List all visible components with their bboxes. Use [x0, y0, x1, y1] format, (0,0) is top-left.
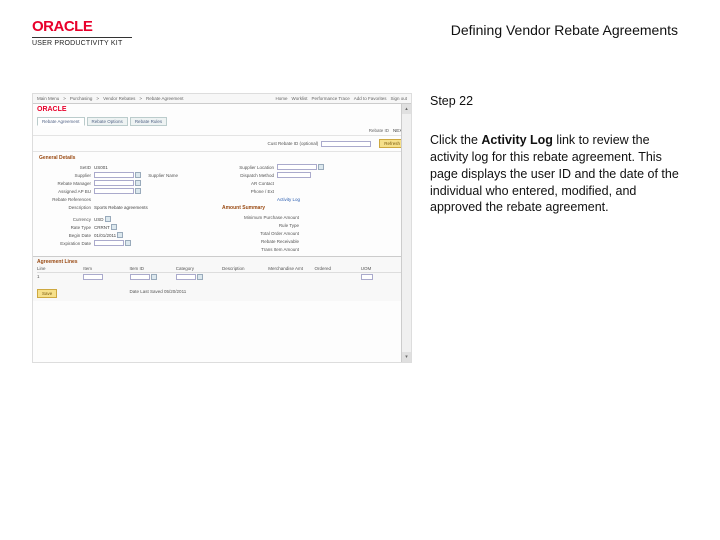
lookup-icon[interactable] [105, 216, 111, 222]
lookup-icon[interactable] [197, 274, 203, 280]
exp-input[interactable] [94, 240, 124, 246]
rebate-mgr-input[interactable] [94, 180, 134, 186]
activity-log-link[interactable]: Activity Log [277, 197, 300, 202]
lookup-icon[interactable] [135, 180, 141, 186]
lookup-icon[interactable] [135, 188, 141, 194]
ss-brand: ORACLE [33, 104, 71, 115]
ss-toplink[interactable]: Performance Trace [311, 96, 349, 101]
uom-input[interactable] [361, 274, 373, 280]
scroll-up-icon[interactable]: ▴ [402, 104, 411, 114]
brand-subtitle: USER PRODUCTIVITY KIT [32, 40, 152, 47]
save-button[interactable]: Save [37, 289, 57, 298]
brand-divider [32, 37, 132, 38]
amount-summary-header: Amount Summary [222, 205, 405, 211]
ss-cust-label: Cust Rebate ID (optional) [267, 141, 321, 146]
calendar-icon[interactable] [125, 240, 131, 246]
assigned-input[interactable] [94, 188, 134, 194]
ss-crumb[interactable]: Vendor Rebates [103, 96, 135, 101]
table-header: Line Item Item ID Category Description M… [37, 265, 407, 273]
scroll-down-icon[interactable]: ▾ [402, 352, 411, 362]
brand-logo: ORACLE USER PRODUCTIVITY KIT [32, 18, 152, 47]
ss-crumb[interactable]: Rebate Agreement [146, 96, 184, 101]
item-input[interactable] [83, 274, 103, 280]
lookup-icon[interactable] [318, 164, 324, 170]
activity-log-ref: Activity Log [481, 133, 553, 147]
ss-toplink[interactable]: Sign out [390, 96, 407, 101]
ss-general-details-header: General Details [39, 155, 405, 161]
tab-rebate-agreement[interactable]: Rebate Agreement [37, 117, 85, 126]
suploc-input[interactable] [277, 164, 317, 170]
step-label: Step 22 [430, 93, 688, 110]
ss-breadcrumb-bar: Main Menu > Purchasing > Vendor Rebates … [33, 94, 411, 104]
lookup-icon[interactable] [151, 274, 157, 280]
instruction-panel: Step 22 Click the Activity Log link to r… [430, 93, 688, 363]
instruction-text: Click the Activity Log link to review th… [430, 132, 688, 216]
ss-toplink[interactable]: Add to Favorites [354, 96, 387, 101]
supplier-input[interactable] [94, 172, 134, 178]
ss-toplink[interactable]: Worklist [292, 96, 308, 101]
brand-text: ORACLE [32, 18, 152, 35]
ss-crumb[interactable]: Purchasing [70, 96, 93, 101]
tab-rebate-rules[interactable]: Rebate Rules [130, 117, 167, 126]
ss-toplink[interactable]: Home [276, 96, 288, 101]
page-title: Defining Vendor Rebate Agreements [451, 18, 688, 38]
app-screenshot: Main Menu > Purchasing > Vendor Rebates … [32, 93, 412, 363]
ss-tabs: Rebate Agreement Rebate Options Rebate R… [33, 115, 411, 126]
itemid-input[interactable] [130, 274, 150, 280]
calendar-icon[interactable] [117, 232, 123, 238]
table-row: 1 [37, 273, 407, 282]
ss-crumb[interactable]: Main Menu [37, 96, 59, 101]
tab-rebate-options[interactable]: Rebate Options [87, 117, 128, 126]
dispatch-select[interactable] [277, 172, 311, 178]
ss-rebate-id-label: Rebate ID [369, 128, 389, 133]
category-input[interactable] [176, 274, 196, 280]
lookup-icon[interactable] [111, 224, 117, 230]
ss-cust-input[interactable] [321, 141, 371, 147]
scrollbar[interactable]: ▴ ▾ [401, 104, 411, 362]
